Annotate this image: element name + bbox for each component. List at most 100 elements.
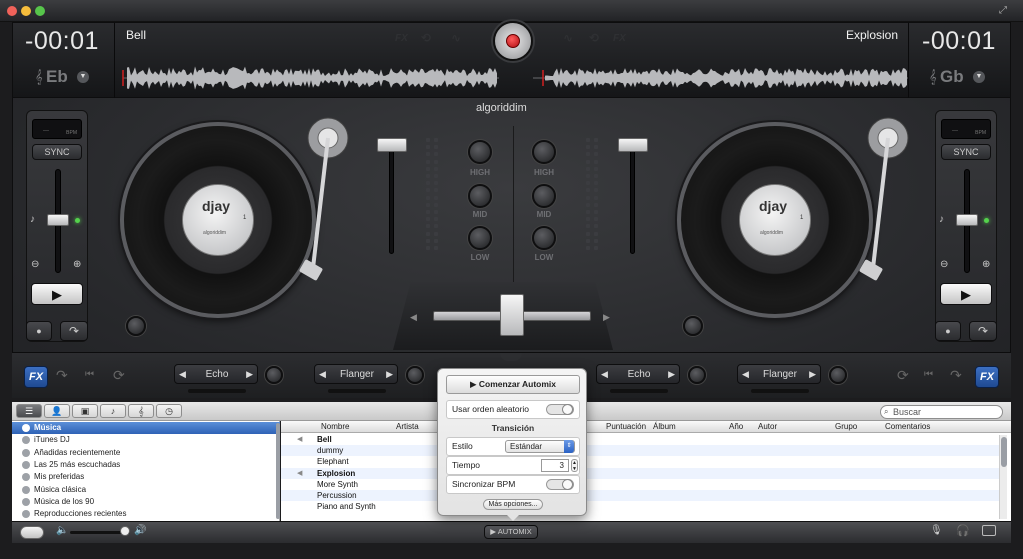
right-skip-back-icon[interactable]: ⏮: [924, 369, 933, 380]
right-volume-track[interactable]: [630, 140, 635, 254]
right-waveform[interactable]: [531, 63, 911, 93]
right-fx-button[interactable]: FX: [975, 366, 999, 388]
left-effect1-knob[interactable]: [265, 366, 283, 384]
right-sync-button[interactable]: SYNC: [941, 144, 991, 160]
right-effect1-knob[interactable]: [688, 366, 706, 384]
headphones-icon[interactable]: 🎧: [956, 524, 970, 537]
search-input[interactable]: ⌕ Buscar: [880, 405, 1003, 419]
table-row[interactable]: ◀ Explosion: [281, 467, 1001, 479]
sidebar-item[interactable]: Música clásica: [12, 484, 280, 496]
left-effect2-selector[interactable]: ◀ Flanger ▶: [314, 364, 398, 384]
left-gain-knob[interactable]: [126, 316, 146, 336]
left-effect1-selector[interactable]: ◀ Echo ▶: [174, 364, 258, 384]
column-header[interactable]: Artista: [396, 421, 419, 433]
tab-recent[interactable]: ◷: [156, 404, 182, 418]
column-header[interactable]: Autor: [758, 421, 777, 433]
right-sync-loop-icon[interactable]: ⟳: [897, 367, 909, 384]
left-loop-button[interactable]: ↷: [60, 321, 88, 341]
pitch-plus-icon[interactable]: ⊕: [982, 259, 990, 270]
right-high-knob[interactable]: [532, 140, 556, 164]
right-pitch-slider-handle[interactable]: [956, 214, 978, 226]
sidebar-item[interactable]: Música: [12, 422, 280, 434]
left-pitch-slider-handle[interactable]: [47, 214, 69, 226]
fullscreen-icon[interactable]: ⤢: [999, 5, 1007, 16]
right-effect2-knob[interactable]: [829, 366, 847, 384]
pitch-minus-icon[interactable]: ⊖: [31, 259, 39, 270]
style-select[interactable]: Estándar ⇕: [505, 440, 575, 453]
column-header[interactable]: Grupo: [835, 421, 857, 433]
table-row[interactable]: dummy: [281, 445, 1001, 457]
start-automix-button[interactable]: ▶ Comenzar Automix: [446, 375, 580, 394]
automix-button[interactable]: ▶ AUTOMIX: [484, 525, 538, 539]
left-effect2-knob[interactable]: [406, 366, 424, 384]
left-key-dropdown-icon[interactable]: ▼: [77, 71, 89, 83]
column-header[interactable]: Puntuación: [606, 421, 646, 433]
sync-bpm-toggle[interactable]: [546, 479, 574, 490]
minimize-window-button[interactable]: [21, 6, 31, 16]
left-tonearm[interactable]: [283, 108, 353, 298]
right-effect1-selector[interactable]: ◀ Echo ▶: [596, 364, 680, 384]
sidebar-item[interactable]: Mis preferidas: [12, 471, 280, 483]
fullscreen-toggle-icon[interactable]: [982, 525, 996, 536]
right-repeat-icon[interactable]: ↷: [950, 367, 962, 384]
right-play-button[interactable]: ▶: [940, 283, 992, 305]
record-button[interactable]: [493, 21, 533, 61]
tracklist-scrollbar[interactable]: [999, 435, 1007, 519]
pitch-plus-icon[interactable]: ⊕: [73, 259, 81, 270]
table-row[interactable]: ◀ Bell: [281, 434, 1001, 445]
left-play-button[interactable]: ▶: [31, 283, 83, 305]
left-mid-knob[interactable]: [468, 184, 492, 208]
sidebar-item[interactable]: Reproducciones recientes: [12, 508, 280, 520]
close-window-button[interactable]: [7, 6, 17, 16]
volume-slider-handle[interactable]: [120, 526, 130, 536]
right-cue-button[interactable]: ●: [935, 321, 961, 341]
time-stepper[interactable]: ▲ ▼: [571, 459, 578, 472]
left-sync-button[interactable]: SYNC: [32, 144, 82, 160]
sidebar-scrollbar[interactable]: [276, 423, 280, 519]
table-row[interactable]: Piano and Synth: [281, 501, 1001, 513]
column-header[interactable]: Nombre: [321, 421, 349, 433]
tab-playlists[interactable]: ☰: [16, 404, 42, 418]
left-sync-loop-icon[interactable]: ⟳: [113, 367, 125, 384]
sidebar-item[interactable]: Añadidas recientemente: [12, 447, 280, 459]
left-low-knob[interactable]: [468, 226, 492, 250]
pitch-minus-icon[interactable]: ⊖: [940, 259, 948, 270]
random-order-toggle[interactable]: [546, 404, 574, 415]
right-low-knob[interactable]: [532, 226, 556, 250]
table-row[interactable]: Elephant: [281, 456, 1001, 468]
right-effect2-selector[interactable]: ◀ Flanger ▶: [737, 364, 821, 384]
settings-toggle[interactable]: [20, 526, 44, 539]
left-high-knob[interactable]: [468, 140, 492, 164]
table-row[interactable]: Percussion: [281, 490, 1001, 501]
left-cue-button[interactable]: ●: [26, 321, 52, 341]
column-header[interactable]: Álbum: [653, 421, 676, 433]
crossfader-right-icon[interactable]: ▶: [603, 312, 610, 323]
right-gain-knob[interactable]: [683, 316, 703, 336]
left-repeat-icon[interactable]: ↷: [56, 367, 68, 384]
table-row[interactable]: More Synth: [281, 478, 1001, 490]
tab-albums[interactable]: ▣: [72, 404, 98, 418]
column-header[interactable]: Comentarios: [885, 421, 930, 433]
right-loop-button[interactable]: ↷: [969, 321, 997, 341]
microphone-icon[interactable]: 🎙: [930, 525, 943, 536]
sidebar-item[interactable]: iTunes DJ: [12, 434, 280, 446]
zoom-window-button[interactable]: [35, 6, 45, 16]
tab-artists[interactable]: 👤: [44, 404, 70, 418]
right-mid-knob[interactable]: [532, 184, 556, 208]
right-tonearm[interactable]: [843, 108, 913, 298]
left-waveform[interactable]: [121, 63, 501, 93]
left-skip-back-icon[interactable]: ⏮: [85, 369, 94, 380]
left-volume-fader[interactable]: [377, 138, 407, 152]
sidebar-item[interactable]: Música de los 90: [12, 496, 280, 508]
time-input[interactable]: 3: [541, 459, 569, 472]
right-key-dropdown-icon[interactable]: ▼: [973, 71, 985, 83]
more-options-button[interactable]: Más opciones...: [483, 499, 543, 510]
left-fx-button[interactable]: FX: [24, 366, 48, 388]
left-volume-track[interactable]: [389, 140, 394, 254]
tab-bpm[interactable]: 𝄞: [128, 404, 154, 418]
right-volume-fader[interactable]: [618, 138, 648, 152]
column-header[interactable]: Año: [729, 421, 743, 433]
sidebar-item[interactable]: Las 25 más escuchadas: [12, 459, 280, 471]
tab-genres[interactable]: ♪: [100, 404, 126, 418]
crossfader-left-icon[interactable]: ◀: [410, 312, 417, 323]
